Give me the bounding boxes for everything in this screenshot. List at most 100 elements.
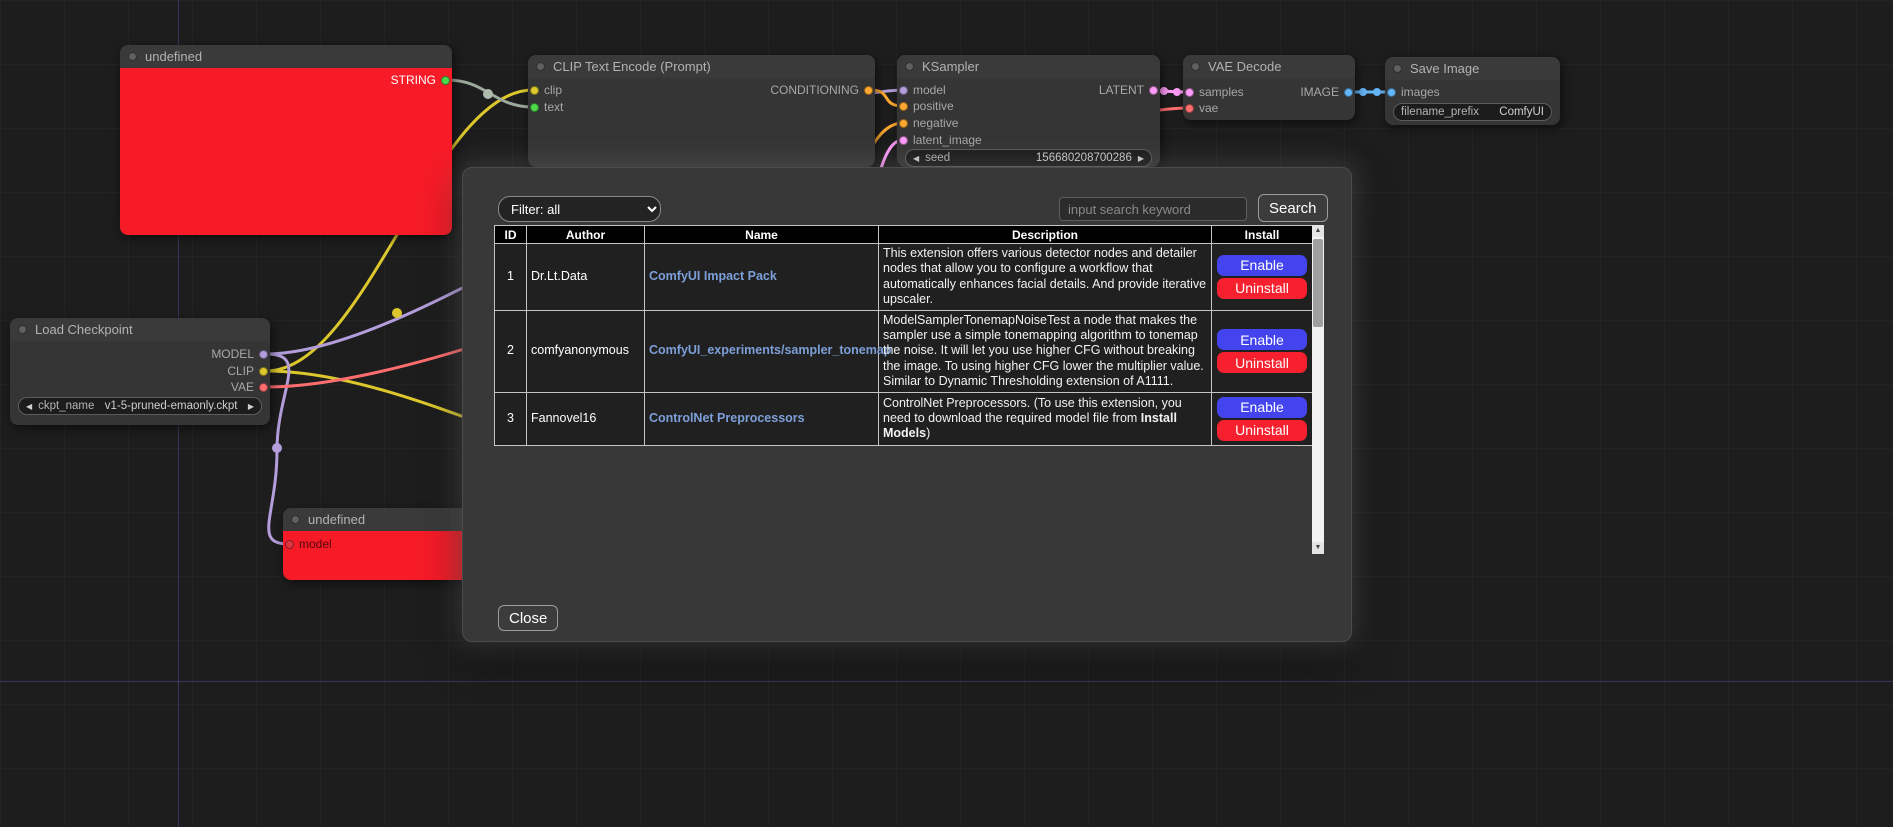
scroll-down-icon[interactable]: ▼ <box>1312 542 1324 554</box>
scrollbar-thumb[interactable] <box>1313 239 1323 327</box>
node-title: CLIP Text Encode (Prompt) <box>553 59 711 74</box>
cell-install: Enable Uninstall <box>1212 244 1313 311</box>
output-label: LATENT <box>1099 83 1144 97</box>
input-dot-positive[interactable] <box>899 102 908 111</box>
output-label: IMAGE <box>1300 85 1339 99</box>
cell-author: Dr.Lt.Data <box>527 244 645 311</box>
output-dot-image[interactable] <box>1344 88 1353 97</box>
enable-button[interactable]: Enable <box>1217 255 1307 276</box>
collapse-dot-icon[interactable] <box>905 62 914 71</box>
filter-select[interactable]: Filter: all <box>498 196 661 222</box>
custom-nodes-manager-dialog: Filter: all Search ID Author Name Descri… <box>462 167 1352 642</box>
input-dot-model[interactable] <box>899 86 908 95</box>
cell-name: ComfyUI Impact Pack <box>645 244 879 311</box>
enable-button[interactable]: Enable <box>1217 329 1307 350</box>
input-dot-images[interactable] <box>1387 88 1396 97</box>
node-title: Save Image <box>1410 61 1479 76</box>
close-button[interactable]: Close <box>498 605 558 631</box>
node-title-bar[interactable]: VAE Decode <box>1183 55 1355 78</box>
search-button[interactable]: Search <box>1258 194 1328 222</box>
cell-author: comfyanonymous <box>527 310 645 392</box>
cell-install: Enable Uninstall <box>1212 310 1313 392</box>
input-dot-text[interactable] <box>530 103 539 112</box>
collapse-dot-icon[interactable] <box>1191 62 1200 71</box>
scroll-up-icon[interactable]: ▲ <box>1312 225 1324 237</box>
input-dot-clip[interactable] <box>530 86 539 95</box>
node-title-bar[interactable]: Load Checkpoint <box>10 318 270 341</box>
input-dot-latent-image[interactable] <box>899 136 908 145</box>
node-body-error: STRING <box>120 68 452 235</box>
input-label: samples <box>1199 85 1244 99</box>
table-row: 1 Dr.Lt.Data ComfyUI Impact Pack This ex… <box>495 244 1313 311</box>
description-text: ControlNet Preprocessors. (To use this e… <box>883 396 1182 425</box>
uninstall-button[interactable]: Uninstall <box>1217 420 1307 441</box>
node-undefined-top[interactable]: undefined STRING <box>120 45 452 235</box>
grid-axis-horizontal <box>0 681 1893 682</box>
node-title-bar[interactable]: undefined <box>120 45 452 68</box>
output-dot-model[interactable] <box>259 350 268 359</box>
cell-id: 1 <box>495 244 527 311</box>
output-label: CONDITIONING <box>770 83 859 97</box>
input-label: latent_image <box>913 133 982 147</box>
node-title-bar[interactable]: KSampler <box>897 55 1160 78</box>
filename-prefix-widget[interactable]: filename_prefix ComfyUI <box>1393 103 1552 121</box>
cell-description: ControlNet Preprocessors. (To use this e… <box>879 392 1212 445</box>
enable-button[interactable]: Enable <box>1217 397 1307 418</box>
input-label: positive <box>913 99 954 113</box>
decrement-arrow-icon[interactable]: ◀ <box>913 154 919 163</box>
column-header-install: Install <box>1212 226 1313 244</box>
output-label: VAE <box>231 380 254 394</box>
output-dot-latent[interactable] <box>1149 86 1158 95</box>
extension-link[interactable]: ComfyUI Impact Pack <box>649 269 777 283</box>
table-scrollbar[interactable]: ▲ ▼ <box>1312 225 1324 554</box>
table-header-row: ID Author Name Description Install <box>495 226 1313 244</box>
input-label: vae <box>1199 101 1218 115</box>
seed-widget[interactable]: ◀ seed 156680208700286 ▶ <box>905 149 1152 167</box>
collapse-dot-icon[interactable] <box>18 325 27 334</box>
output-label: CLIP <box>227 364 254 378</box>
input-dot-negative[interactable] <box>899 119 908 128</box>
output-dot-conditioning[interactable] <box>864 86 873 95</box>
node-title: Load Checkpoint <box>35 322 133 337</box>
next-arrow-icon[interactable]: ▶ <box>248 402 254 411</box>
cell-id: 3 <box>495 392 527 445</box>
widget-value: ComfyUI <box>1499 106 1544 118</box>
cell-name: ControlNet Preprocessors <box>645 392 879 445</box>
collapse-dot-icon[interactable] <box>536 62 545 71</box>
cell-description: This extension offers various detector n… <box>879 244 1212 311</box>
extension-table-scroll-area[interactable]: ID Author Name Description Install 1 Dr.… <box>494 225 1324 554</box>
cell-id: 2 <box>495 310 527 392</box>
node-title: undefined <box>145 49 202 64</box>
input-dot-samples[interactable] <box>1185 88 1194 97</box>
node-clip-text-encode[interactable]: CLIP Text Encode (Prompt) clip text COND… <box>528 55 875 167</box>
graph-canvas[interactable]: undefined STRING CLIP Text Encode (Promp… <box>0 0 1893 827</box>
node-vae-decode[interactable]: VAE Decode samples vae IMAGE <box>1183 55 1355 120</box>
input-dot-model[interactable] <box>285 540 294 549</box>
collapse-dot-icon[interactable] <box>291 515 300 524</box>
column-header-name: Name <box>645 226 879 244</box>
node-ksampler[interactable]: KSampler model positive negative latent_… <box>897 55 1160 167</box>
output-dot-vae[interactable] <box>259 383 268 392</box>
node-title: undefined <box>308 512 365 527</box>
extension-link[interactable]: ComfyUI_experiments/sampler_tonemap <box>649 343 891 357</box>
node-title-bar[interactable]: Save Image <box>1385 57 1560 80</box>
uninstall-button[interactable]: Uninstall <box>1217 278 1307 299</box>
ckpt-name-widget[interactable]: ◀ ckpt_name v1-5-pruned-emaonly.ckpt ▶ <box>18 397 262 415</box>
uninstall-button[interactable]: Uninstall <box>1217 352 1307 373</box>
node-title-bar[interactable]: CLIP Text Encode (Prompt) <box>528 55 875 78</box>
increment-arrow-icon[interactable]: ▶ <box>1138 154 1144 163</box>
node-load-checkpoint[interactable]: Load Checkpoint MODEL CLIP VAE ◀ ckpt_na… <box>10 318 270 425</box>
output-dot-clip[interactable] <box>259 367 268 376</box>
collapse-dot-icon[interactable] <box>128 52 137 61</box>
input-dot-vae[interactable] <box>1185 104 1194 113</box>
collapse-dot-icon[interactable] <box>1393 64 1402 73</box>
search-input[interactable] <box>1059 197 1247 221</box>
prev-arrow-icon[interactable]: ◀ <box>26 402 32 411</box>
table-row: 3 Fannovel16 ControlNet Preprocessors Co… <box>495 392 1313 445</box>
input-label: negative <box>913 116 958 130</box>
node-save-image[interactable]: Save Image images filename_prefix ComfyU… <box>1385 57 1560 125</box>
output-dot-string[interactable] <box>441 76 450 85</box>
extension-link[interactable]: ControlNet Preprocessors <box>649 411 805 425</box>
link-string-to-text <box>447 80 533 107</box>
widget-label: seed <box>925 152 1030 164</box>
